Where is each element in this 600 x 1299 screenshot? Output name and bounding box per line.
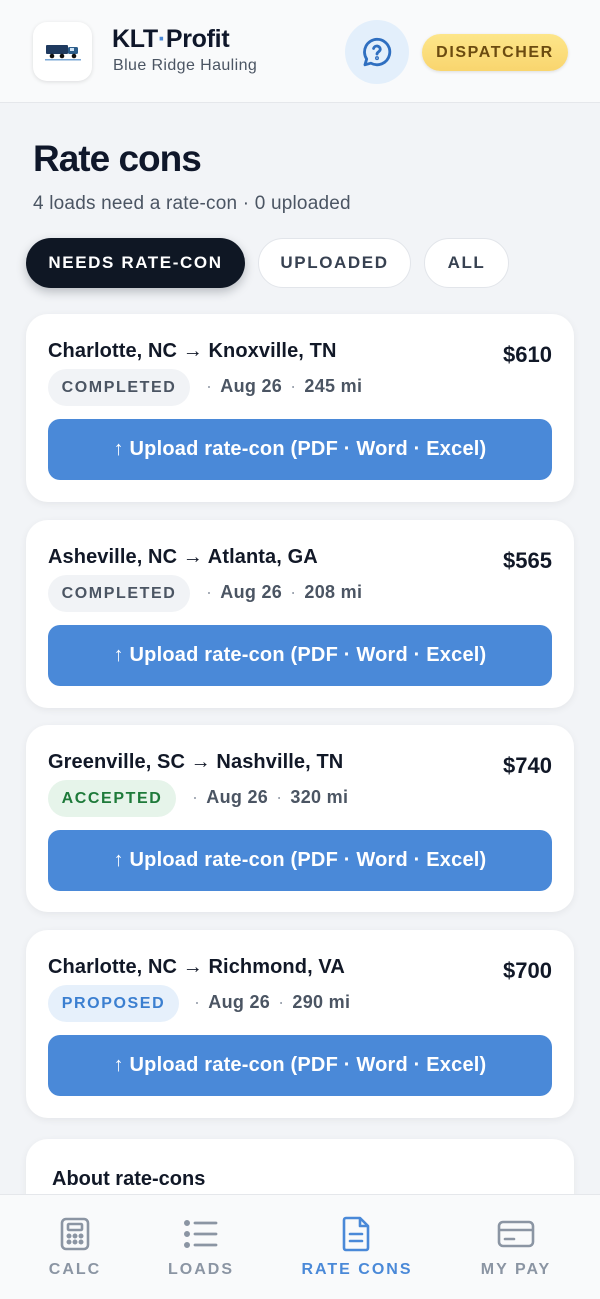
role-badge[interactable]: DISPATCHER <box>422 34 568 71</box>
load-date: Aug 26 <box>208 992 271 1012</box>
upload-rate-con-button[interactable]: ↑ Upload rate-con (PDF · Word · Excel) <box>48 419 552 480</box>
load-route: Charlotte, NC → Richmond, VA <box>48 956 345 978</box>
load-card: Charlotte, NC → Richmond, VA $700 PROPOS… <box>26 930 574 1118</box>
document-icon <box>342 1216 370 1252</box>
help-button[interactable] <box>345 20 409 84</box>
load-meta: · Aug 26 · 245 mi <box>206 376 363 396</box>
filter-uploaded[interactable]: UPLOADED <box>258 238 411 288</box>
load-price: $740 <box>503 753 552 778</box>
load-date: Aug 26 <box>220 376 283 396</box>
company-logo <box>33 22 92 81</box>
filter-all[interactable]: ALL <box>424 238 509 288</box>
page-summary: 4 loads need a rate-con · 0 uploaded <box>33 193 351 214</box>
truck-logo-icon <box>44 44 81 60</box>
load-date: Aug 26 <box>220 582 283 602</box>
nav-my-pay[interactable]: MY PAY <box>441 1195 591 1299</box>
nav-label: CALC <box>48 1261 102 1278</box>
calculator-icon <box>60 1217 90 1251</box>
nav-label: MY PAY <box>480 1261 552 1278</box>
load-miles: 320 mi <box>290 787 349 807</box>
load-price: $610 <box>503 342 552 367</box>
upload-rate-con-button[interactable]: ↑ Upload rate-con (PDF · Word · Excel) <box>48 1035 552 1096</box>
page-title: Rate cons <box>33 138 202 179</box>
company-name: Blue Ridge Hauling <box>113 57 258 74</box>
status-badge: ACCEPTED <box>48 780 176 817</box>
status-badge: COMPLETED <box>48 575 190 612</box>
nav-rate-cons[interactable]: RATE CONS <box>282 1195 432 1299</box>
load-price: $700 <box>503 958 552 983</box>
load-price: $565 <box>503 548 552 573</box>
status-badge: COMPLETED <box>48 369 190 406</box>
load-card: Charlotte, NC → Knoxville, TN $610 COMPL… <box>26 314 574 502</box>
load-meta: · Aug 26 · 290 mi <box>194 992 351 1012</box>
list-icon <box>184 1220 218 1248</box>
upload-rate-con-button[interactable]: ↑ Upload rate-con (PDF · Word · Excel) <box>48 830 552 891</box>
load-date: Aug 26 <box>206 787 269 807</box>
load-miles: 208 mi <box>304 582 363 602</box>
credit-card-icon <box>497 1220 535 1248</box>
load-meta: · Aug 26 · 208 mi <box>206 582 363 602</box>
app-title: KLT·Profit <box>112 25 230 53</box>
upload-rate-con-button[interactable]: ↑ Upload rate-con (PDF · Word · Excel) <box>48 625 552 686</box>
nav-loads[interactable]: LOADS <box>126 1195 276 1299</box>
filter-needs-rate-con[interactable]: NEEDS RATE-CON <box>26 238 245 288</box>
load-miles: 290 mi <box>292 992 351 1012</box>
status-badge: PROPOSED <box>48 985 179 1022</box>
help-chat-icon <box>363 37 392 67</box>
load-route: Asheville, NC → Atlanta, GA <box>48 546 318 568</box>
nav-label: RATE CONS <box>301 1261 413 1278</box>
load-card: Asheville, NC → Atlanta, GA $565 COMPLET… <box>26 520 574 708</box>
about-title: About rate-cons <box>52 1168 206 1190</box>
load-meta: · Aug 26 · 320 mi <box>192 787 349 807</box>
load-card: Greenville, SC → Nashville, TN $740 ACCE… <box>26 725 574 912</box>
app-header: KLT·Profit Blue Ridge Hauling DISPATCHER <box>0 0 600 103</box>
bottom-nav: CALC LOADS RATE CONS MY PAY <box>0 1194 600 1299</box>
load-route: Greenville, SC → Nashville, TN <box>48 751 344 773</box>
load-miles: 245 mi <box>304 376 363 396</box>
load-route: Charlotte, NC → Knoxville, TN <box>48 340 337 362</box>
nav-label: LOADS <box>168 1261 234 1278</box>
